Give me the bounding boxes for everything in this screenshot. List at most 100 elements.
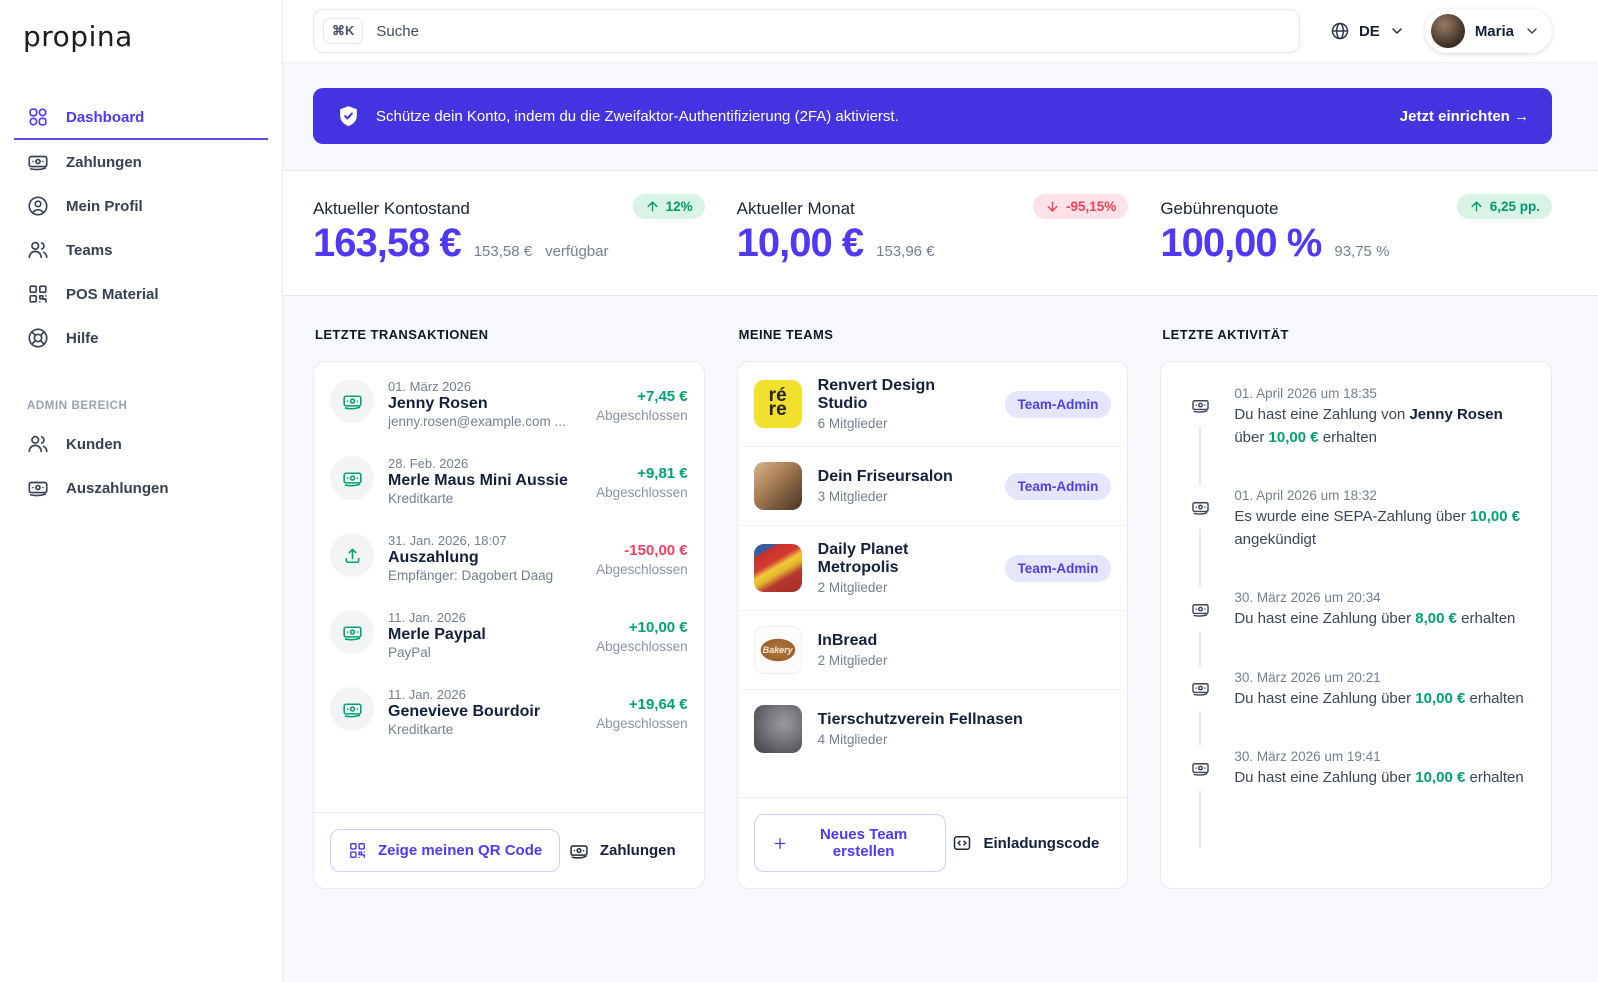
- transaction-row[interactable]: 01. März 2026 Jenny Rosen jenny.rosen@exam…: [314, 362, 704, 442]
- transaction-row[interactable]: 31. Jan. 2026, 18:07 Auszahlung Empfänger:…: [314, 519, 704, 596]
- activity-text: Du hast eine Zahlung über 10,00 € erhalt…: [1234, 769, 1524, 786]
- trend-badge: 12%: [632, 194, 705, 219]
- banknote-icon: [28, 481, 48, 497]
- transaction-name: Genevieve Bourdoir: [388, 703, 541, 720]
- transaction-row[interactable]: 11. Jan. 2026 Merle Paypal PayPal +10,00 € A…: [314, 596, 704, 673]
- transactions-footer: Zeige meinen QR Code Zahlungen: [314, 812, 704, 888]
- sidebar-item-pos-material[interactable]: POS Material: [14, 272, 268, 316]
- invite-code-button[interactable]: Einladungscode: [946, 823, 1105, 863]
- transaction-amount-block: +9,81 € Abgeschlossen: [596, 456, 688, 500]
- stat-sub-note: verfügbar: [545, 243, 609, 260]
- team-info: Dein Friseursalon 3 Mitglieder: [818, 468, 953, 504]
- grid-icon: [29, 108, 47, 126]
- stat-value: 100,00 %: [1160, 221, 1322, 265]
- banknote-icon: [342, 394, 362, 410]
- language-label: DE: [1358, 22, 1380, 40]
- transaction-amount: +19,64 €: [628, 696, 688, 713]
- stat-value: 163,58 €: [313, 221, 462, 265]
- sidebar-item-auszahlungen[interactable]: Auszahlungen: [14, 466, 268, 510]
- admin-section-label: ADMIN BEREICH: [27, 400, 128, 412]
- banner-section: Schütze dein Konto, indem du die Zweifak…: [283, 63, 1598, 170]
- transaction-info: 01. März 2026 Jenny Rosen jenny.rosen@exam…: [388, 379, 582, 429]
- team-name: Tierschutzverein Fellnasen: [817, 711, 1023, 728]
- life-buoy-icon: [28, 328, 48, 348]
- user-name: Maria: [1474, 22, 1514, 40]
- transaction-date: 11. Jan. 2026: [388, 687, 466, 702]
- create-team-button[interactable]: Neues Team erstellen: [753, 814, 947, 872]
- banknote-icon: [1192, 683, 1209, 696]
- sidebar-item-mein-profil[interactable]: Mein Profil: [14, 184, 268, 228]
- sidebar-item-dashboard[interactable]: Dashboard: [14, 95, 268, 140]
- teams-list: ré re Renvert Design Studio 6 Mitglieder Tea…: [737, 362, 1128, 797]
- team-row[interactable]: ré re Renvert Design Studio 6 Mitglieder Tea…: [737, 362, 1128, 447]
- team-admin-badge: Team-Admin: [1004, 390, 1112, 418]
- payments-button[interactable]: Zahlungen: [563, 831, 682, 871]
- sidebar-item-teams[interactable]: Teams: [14, 228, 268, 272]
- transaction-info: 28. Feb. 2026 Merle Maus Mini Aussie Kredi…: [388, 456, 582, 506]
- sidebar-item-label: Auszahlungen: [66, 479, 169, 497]
- stat-sub-value: 153,96 €: [876, 243, 935, 260]
- stat-sub-value: 153,58 €: [473, 243, 533, 260]
- team-row[interactable]: Daily Planet Metropolis 2 Mitglieder Team-…: [737, 526, 1128, 611]
- banknote-icon: [1192, 399, 1209, 413]
- sidebar-item-label: Teams: [66, 241, 113, 259]
- stat-label: Aktueller Monat: [736, 199, 855, 218]
- transaction-row[interactable]: 28. Feb. 2026 Merle Maus Mini Aussie Kredi…: [314, 442, 704, 519]
- banknote-icon: [342, 702, 362, 718]
- transaction-detail: jenny.rosen@example.com ...: [388, 414, 566, 429]
- sidebar-item-label: Mein Profil: [66, 197, 143, 215]
- team-info: Daily Planet Metropolis 2 Mitglieder: [818, 541, 989, 595]
- team-row[interactable]: Bakery InBread 2 Mitglieder: [737, 611, 1128, 690]
- arrow-up-icon: [647, 201, 658, 212]
- sidebar-item-kunden[interactable]: Kunden: [14, 422, 268, 466]
- transaction-icon-circle: [330, 610, 374, 654]
- team-logo-text: Bakery: [757, 637, 798, 663]
- language-selector[interactable]: DE: [1330, 21, 1405, 41]
- show-qr-code-button[interactable]: Zeige meinen QR Code: [330, 829, 561, 872]
- banknote-icon: [570, 844, 588, 859]
- team-members-count: 4 Mitglieder: [817, 732, 888, 747]
- invite-code-label: Einladungscode: [983, 834, 1100, 852]
- transaction-date: 31. Jan. 2026, 18:07: [388, 533, 507, 548]
- code-icon: [954, 836, 971, 850]
- teams-heading: MEINE TEAMS: [738, 327, 834, 342]
- activity-text: Es wurde eine SEPA-Zahlung über 10,00 € …: [1234, 508, 1521, 548]
- trend-badge: 6,25 pp.: [1456, 194, 1552, 219]
- banknote-icon: [342, 625, 362, 641]
- sidebar-admin-nav: Kunden Auszahlungen: [0, 422, 282, 510]
- team-avatar: [753, 705, 802, 753]
- banner-message: Schütze dein Konto, indem du die Zweifak…: [376, 107, 899, 125]
- transaction-info: 11. Jan. 2026 Merle Paypal PayPal: [388, 610, 582, 660]
- avatar: [1430, 14, 1465, 48]
- sidebar-item-zahlungen[interactable]: Zahlungen: [14, 140, 268, 184]
- search-input[interactable]: [376, 22, 1290, 40]
- transaction-status: Abgeschlossen: [596, 639, 688, 654]
- activity-card: 01. April 2026 um 18:35 Du hast eine Zahl…: [1160, 361, 1552, 889]
- team-logo-text: ré re: [768, 385, 787, 420]
- transaction-detail: Kreditkarte: [388, 491, 454, 506]
- activity-icon-circle: [1181, 590, 1220, 628]
- transaction-amount: -150,00 €: [624, 542, 688, 559]
- transaction-icon-circle: [330, 456, 374, 500]
- activity-date: 01. April 2026 um 18:35: [1234, 386, 1377, 401]
- team-row[interactable]: Dein Friseursalon 3 Mitglieder Team-Admin: [737, 447, 1128, 526]
- brand-logo: propina: [23, 20, 133, 53]
- sidebar-item-hilfe[interactable]: Hilfe: [14, 316, 268, 360]
- topbar: ⌘K DE Maria: [283, 0, 1598, 63]
- transaction-row[interactable]: 11. Jan. 2026 Genevieve Bourdoir Kreditkar…: [314, 673, 704, 750]
- activity-date: 30. März 2026 um 20:21: [1234, 669, 1381, 685]
- teams-footer: Neues Team erstellen Einladungscode: [737, 797, 1128, 888]
- stat-kontostand: Aktueller Kontostand 12% 163,58 € 153,58…: [313, 194, 705, 266]
- transaction-icon-circle: [330, 687, 374, 731]
- setup-2fa-button[interactable]: Jetzt einrichten →: [1400, 108, 1529, 125]
- team-row[interactable]: Tierschutzverein Fellnasen 4 Mitglieder: [738, 690, 1128, 768]
- activity-icon-circle: [1181, 669, 1220, 708]
- search-bar[interactable]: ⌘K: [313, 9, 1300, 53]
- user-menu[interactable]: Maria: [1424, 9, 1552, 53]
- team-avatar: Bakery: [753, 626, 802, 674]
- sidebar-item-label: Dashboard: [66, 108, 145, 126]
- transaction-name: Merle Paypal: [388, 626, 486, 643]
- transaction-amount-block: +19,64 € Abgeschlossen: [596, 687, 688, 731]
- sidebar-item-label: POS Material: [66, 285, 159, 303]
- team-name: Dein Friseursalon: [817, 468, 953, 485]
